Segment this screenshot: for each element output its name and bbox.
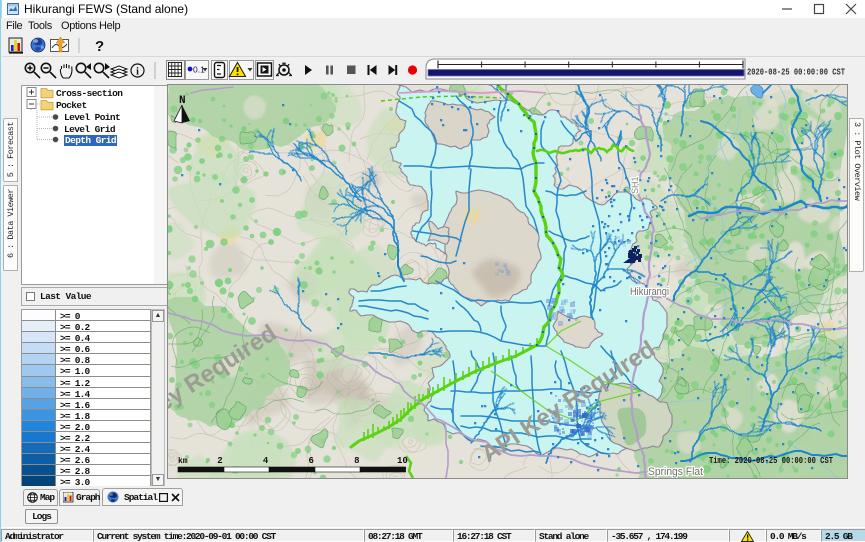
svg-text:2: 2 [217,456,222,466]
svg-text:8: 8 [354,456,359,466]
svg-text:2020-08-25 00:00:00 CST: 2020-08-25 00:00:00 CST [747,67,845,78]
svg-text:Springs Flat: Springs Flat [648,466,703,478]
svg-text:10: 10 [397,456,408,466]
svg-text:0.1: 0.1 [193,65,205,75]
svg-text:Hikurangi: Hikurangi [630,286,669,298]
svg-text:i: i [136,67,139,78]
svg-text:6: 6 [308,456,313,466]
svg-text:Time: 2020-08-25 00:00:00 CST: Time: 2020-08-25 00:00:00 CST [709,455,833,466]
svg-text:SH1: SH1 [630,176,640,194]
svg-text:?: ? [95,38,104,55]
svg-text:4: 4 [263,456,269,466]
svg-text:km: km [178,457,188,466]
